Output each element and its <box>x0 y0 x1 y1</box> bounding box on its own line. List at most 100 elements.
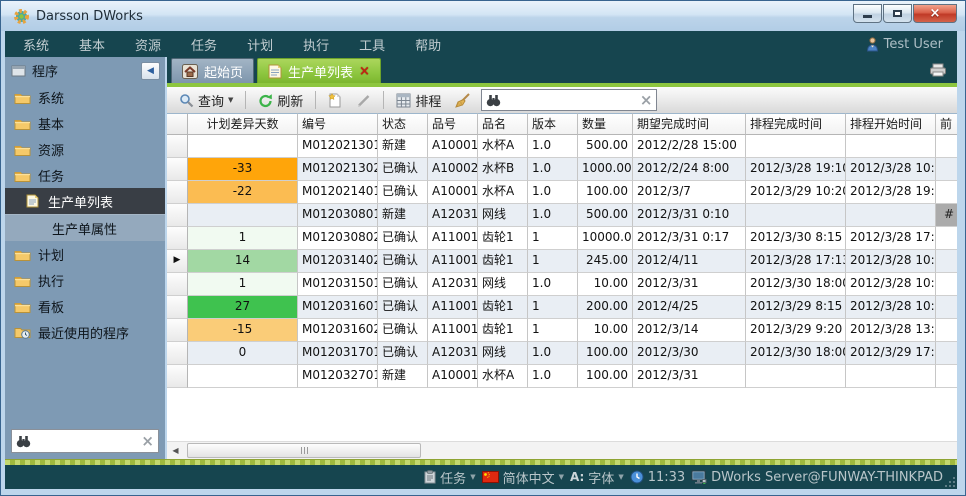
cell-item_name[interactable]: 水杯A <box>478 135 528 158</box>
cell-version[interactable]: 1 <box>528 227 578 250</box>
cell-marker[interactable] <box>936 158 957 181</box>
cell-sched_end[interactable] <box>746 204 846 227</box>
menu-item-5[interactable]: 计划 <box>247 35 273 54</box>
cell-id[interactable]: M012031602 <box>298 319 378 342</box>
cell-diff[interactable]: 1 <box>188 227 298 250</box>
row-header[interactable] <box>167 181 188 204</box>
cell-item_no[interactable]: A10001 <box>428 135 478 158</box>
table-row[interactable]: M012030801新建A12031网线1.0500.002012/3/31 0… <box>167 204 957 227</box>
cell-version[interactable]: 1 <box>528 319 578 342</box>
menu-item-3[interactable]: 资源 <box>135 35 161 54</box>
cell-item_no[interactable]: A10001 <box>428 365 478 388</box>
cell-expect[interactable]: 2012/3/31 <box>633 273 746 296</box>
row-header[interactable] <box>167 135 188 158</box>
cell-expect[interactable]: 2012/3/30 <box>633 342 746 365</box>
cell-diff[interactable] <box>188 365 298 388</box>
scrollbar-thumb[interactable] <box>187 443 421 458</box>
cell-id[interactable]: M012021401 <box>298 181 378 204</box>
cell-status[interactable]: 已确认 <box>378 319 428 342</box>
table-row[interactable]: ▶14M012031402已确认A11001齿轮11245.002012/4/1… <box>167 250 957 273</box>
cell-diff[interactable]: 14 <box>188 250 298 273</box>
column-header-9[interactable]: 排程完成时间 <box>746 113 846 135</box>
cell-marker[interactable] <box>936 135 957 158</box>
cell-item_no[interactable]: A10002 <box>428 158 478 181</box>
cell-id[interactable]: M012030801 <box>298 204 378 227</box>
cell-expect[interactable]: 2012/4/25 <box>633 296 746 319</box>
query-button[interactable]: 查询 ▼ <box>175 89 237 112</box>
column-header-11[interactable]: 前 <box>936 113 957 135</box>
cell-status[interactable]: 已确认 <box>378 250 428 273</box>
cell-sched_start[interactable]: 2012/3/28 10:52 <box>846 250 936 273</box>
cell-qty[interactable]: 10.00 <box>578 273 633 296</box>
row-header[interactable] <box>167 158 188 181</box>
cell-status[interactable]: 新建 <box>378 204 428 227</box>
row-header[interactable] <box>167 227 188 250</box>
cell-diff[interactable]: -22 <box>188 181 298 204</box>
cell-id[interactable]: M012032701 <box>298 365 378 388</box>
column-header-6[interactable]: 版本 <box>528 113 578 135</box>
row-header[interactable] <box>167 365 188 388</box>
clock-status[interactable]: 11:33 <box>630 470 685 485</box>
cell-status[interactable]: 已确认 <box>378 158 428 181</box>
column-header-3[interactable]: 状态 <box>378 113 428 135</box>
cell-marker[interactable] <box>936 181 957 204</box>
cell-expect[interactable]: 2012/3/31 0:10 <box>633 204 746 227</box>
cell-item_name[interactable]: 水杯A <box>478 365 528 388</box>
cell-qty[interactable]: 500.00 <box>578 135 633 158</box>
sidebar-item-6[interactable]: 生产单属性 <box>5 214 165 241</box>
cell-qty[interactable]: 100.00 <box>578 342 633 365</box>
cell-status[interactable]: 已确认 <box>378 227 428 250</box>
row-header[interactable] <box>167 319 188 342</box>
language-menu[interactable]: 简体中文 ▼ <box>482 468 564 487</box>
new-button[interactable] <box>324 90 346 110</box>
cell-item_name[interactable]: 网线 <box>478 273 528 296</box>
cell-status[interactable]: 新建 <box>378 365 428 388</box>
scroll-left-icon[interactable]: ◀ <box>167 442 184 459</box>
cell-sched_start[interactable]: 2012/3/28 10:52 <box>846 273 936 296</box>
menu-item-7[interactable]: 工具 <box>359 35 385 54</box>
cell-item_no[interactable]: A11001 <box>428 227 478 250</box>
title-bar[interactable]: Darsson DWorks × <box>1 1 965 31</box>
cell-sched_end[interactable]: 2012/3/30 18:00 <box>746 342 846 365</box>
tab-production-order-list[interactable]: 生产单列表 × <box>257 58 381 83</box>
cell-qty[interactable]: 500.00 <box>578 204 633 227</box>
cell-expect[interactable]: 2012/3/14 <box>633 319 746 342</box>
font-menu[interactable]: A: 字体 ▼ <box>570 468 624 487</box>
cell-version[interactable]: 1.0 <box>528 158 578 181</box>
cell-version[interactable]: 1.0 <box>528 273 578 296</box>
table-row[interactable]: 1M012030802已确认A11001齿轮1110000.002012/3/3… <box>167 227 957 250</box>
menu-item-1[interactable]: 系统 <box>23 35 49 54</box>
sidebar-item-3[interactable]: 资源 <box>5 136 165 162</box>
cell-item_name[interactable]: 网线 <box>478 204 528 227</box>
cell-item_name[interactable]: 网线 <box>478 342 528 365</box>
close-button[interactable]: × <box>913 4 957 23</box>
cell-item_name[interactable]: 齿轮1 <box>478 319 528 342</box>
cell-expect[interactable]: 2012/2/24 8:00 <box>633 158 746 181</box>
clear-search-icon[interactable]: × <box>141 434 154 449</box>
cell-item_name[interactable]: 齿轮1 <box>478 227 528 250</box>
cell-item_no[interactable]: A12031 <box>428 204 478 227</box>
sidebar-item-5[interactable]: 生产单列表 <box>5 188 165 214</box>
cell-version[interactable]: 1.0 <box>528 365 578 388</box>
row-header[interactable] <box>167 342 188 365</box>
resize-grip[interactable] <box>945 477 955 487</box>
sidebar-item-4[interactable]: 任务 <box>5 162 165 188</box>
cell-qty[interactable]: 10.00 <box>578 319 633 342</box>
cell-sched_end[interactable]: 2012/3/28 17:13 <box>746 250 846 273</box>
menu-item-8[interactable]: 帮助 <box>415 35 441 54</box>
cell-version[interactable]: 1 <box>528 250 578 273</box>
column-header-10[interactable]: 排程开始时间 <box>846 113 936 135</box>
table-row[interactable]: 27M012031601已确认A11001齿轮11200.002012/4/25… <box>167 296 957 319</box>
cell-version[interactable]: 1.0 <box>528 204 578 227</box>
table-row[interactable]: -33M012021302已确认A10002水杯B1.01000.002012/… <box>167 158 957 181</box>
printer-icon[interactable] <box>929 63 947 77</box>
cell-id[interactable]: M012031501 <box>298 273 378 296</box>
cell-id[interactable]: M012021302 <box>298 158 378 181</box>
cell-diff[interactable] <box>188 135 298 158</box>
cell-id[interactable]: M012031701 <box>298 342 378 365</box>
cell-status[interactable]: 已确认 <box>378 181 428 204</box>
table-row[interactable]: -15M012031602已确认A11001齿轮1110.002012/3/14… <box>167 319 957 342</box>
cell-item_no[interactable]: A12031 <box>428 342 478 365</box>
selected-row-indicator[interactable]: ▶ <box>167 250 188 273</box>
cell-item_name[interactable]: 水杯A <box>478 181 528 204</box>
